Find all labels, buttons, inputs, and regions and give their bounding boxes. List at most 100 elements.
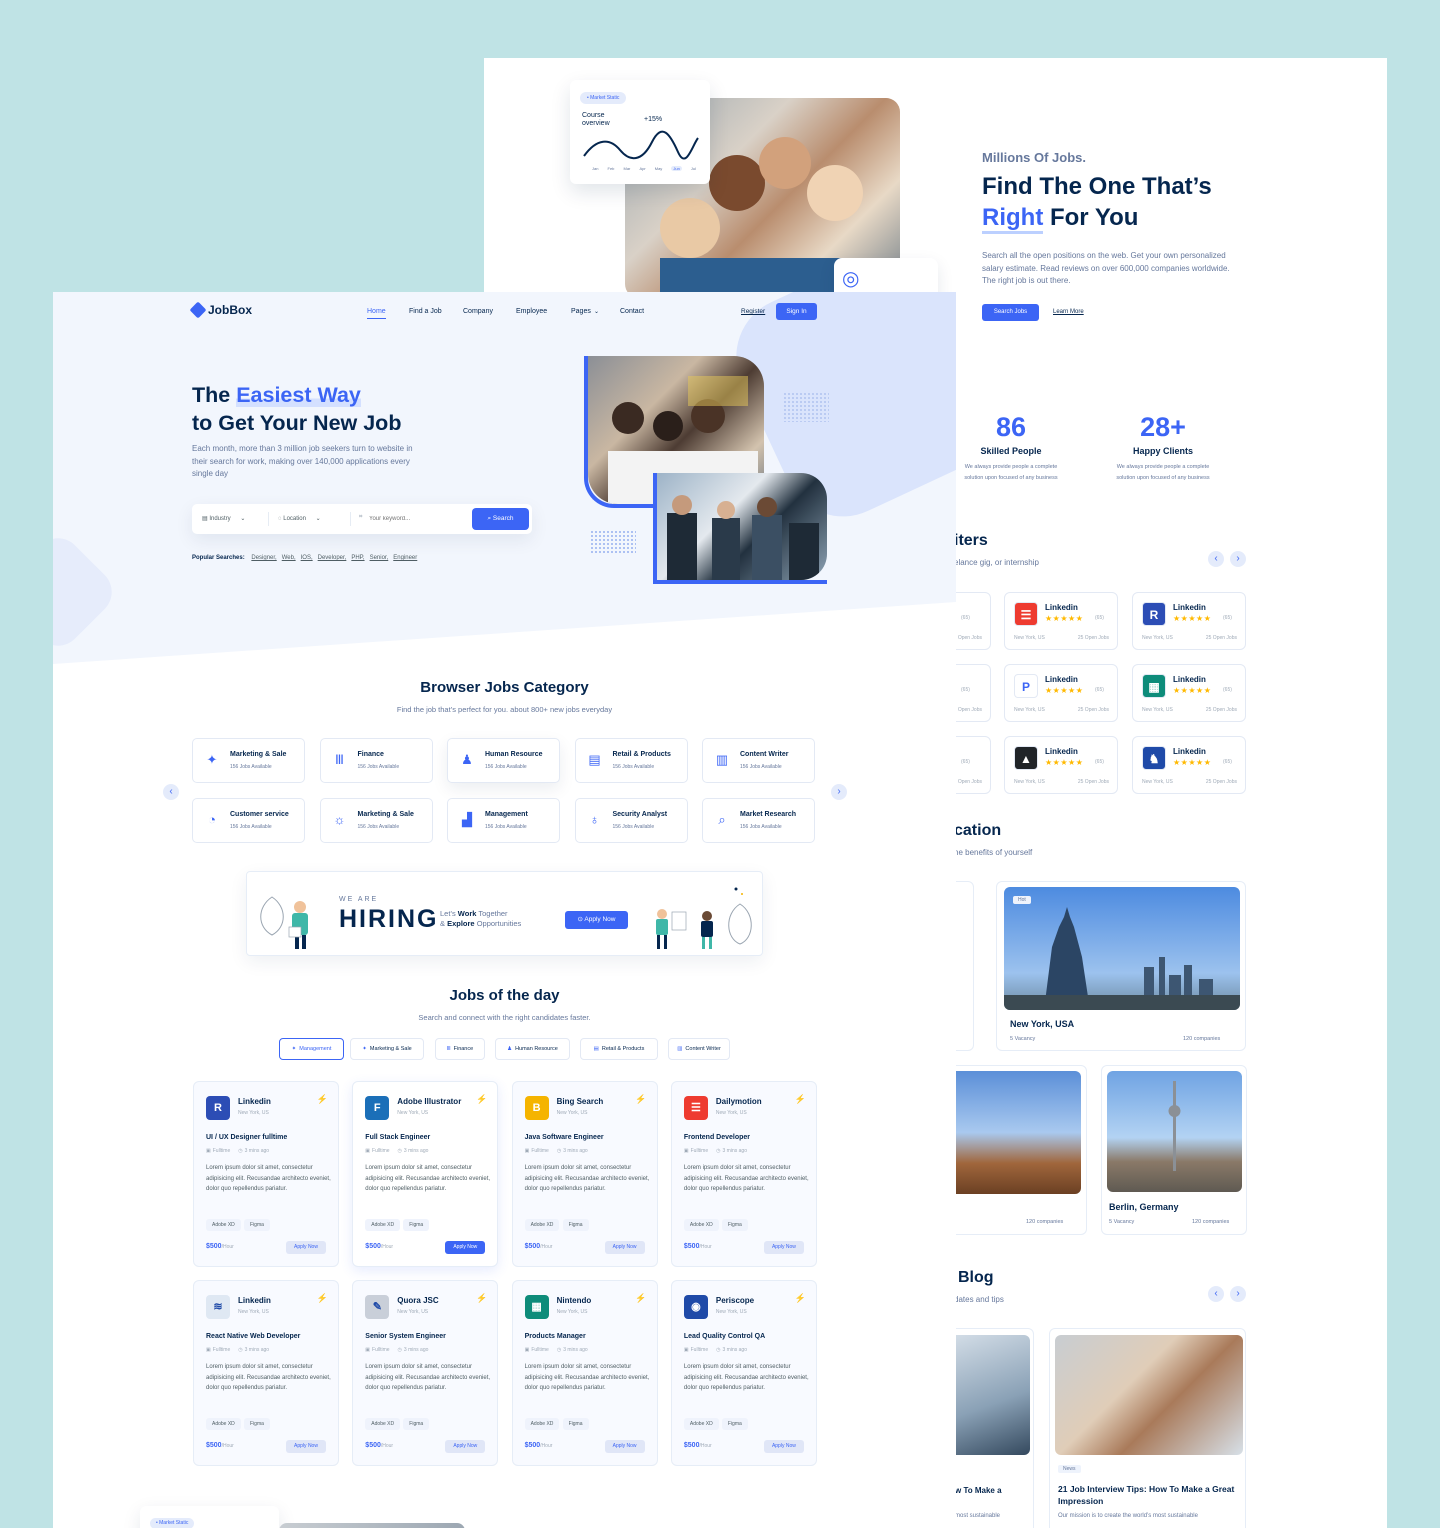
category-card[interactable]: ◔ Customer service 156 Jobs Available [192, 798, 305, 843]
nav-home[interactable]: Home [367, 308, 386, 319]
apply-now-button[interactable]: Apply Now [286, 1241, 326, 1254]
price-unit: /Hour [699, 1443, 712, 1449]
tab-finance[interactable]: Ⅲ Finance [435, 1038, 485, 1060]
job-title[interactable]: React Native Web Developer [206, 1333, 300, 1340]
recruiter-card[interactable]: P Linkedin ★★★★★ (65) New York, US 25 Open Jo… [1004, 664, 1118, 722]
nav-employee[interactable]: Employee [516, 308, 547, 315]
search-jobs-button[interactable]: Search Jobs [982, 304, 1039, 321]
recruiter-card[interactable]: ♞ Linkedin ★★★★★ (65) New York, US 25 Open Jo… [1132, 736, 1246, 794]
category-card[interactable]: ♟ Human Resource 156 Jobs Available [447, 738, 560, 783]
blog-image [1055, 1335, 1243, 1455]
nav-pages[interactable]: Pages [571, 308, 591, 315]
apply-now-button[interactable]: Apply Now [604, 1241, 645, 1254]
location-select[interactable]: ◌ Location ⌄ [278, 515, 321, 522]
foreground-page: JobBox Home Find a Job Company Employee Page… [53, 292, 956, 1528]
company-logo-icon: ▲ [1014, 746, 1038, 770]
tab-label: Management [299, 1046, 332, 1052]
nav-find-a-job[interactable]: Find a Job [409, 308, 442, 315]
apply-now-button[interactable]: Apply Now [286, 1440, 326, 1453]
briefcase-icon: ▣ [683, 1148, 689, 1154]
job-card[interactable]: B Bing Search New York, US ⚡ Java Software E… [511, 1081, 658, 1267]
recruiter-card[interactable]: R Linkedin ★★★★★ (65) New York, US 25 Open Jo… [1132, 592, 1246, 650]
popular-search-link[interactable]: PHP, [351, 555, 364, 561]
apply-now-button[interactable]: Apply Now [445, 1440, 486, 1453]
job-title[interactable]: Senior System Engineer [365, 1333, 446, 1340]
briefcase-icon: ▣ [365, 1347, 371, 1353]
apply-now-button[interactable]: ⊙ Apply Now [565, 911, 628, 929]
apply-now-button[interactable]: Apply Now [604, 1440, 645, 1453]
job-card[interactable]: ▦ Nintendo New York, US ⚡ Products Manager ▣ F… [511, 1280, 658, 1466]
industry-select[interactable]: ▤ Industry ⌄ [202, 515, 245, 522]
job-title[interactable]: Full Stack Engineer [365, 1134, 430, 1141]
recruiter-card[interactable]: ☰ Linkedin ★★★★★ (65) New York, US 25 Open Jo… [1004, 592, 1118, 650]
job-card[interactable]: ✎ Quora JSC New York, US ⚡ Senior System Eng… [352, 1280, 499, 1466]
tab-content-writer[interactable]: ▥ Content Writer [668, 1038, 730, 1060]
category-card[interactable]: ▤ Retail & Products 156 Jobs Available [574, 738, 688, 783]
nav-company[interactable]: Company [463, 308, 493, 315]
category-card[interactable]: ▥ Content Writer 156 Jobs Available [702, 738, 815, 783]
category-name: Market Research [740, 811, 797, 818]
company-location: New York, US [556, 1309, 588, 1315]
popular-search-link[interactable]: Developer, [318, 555, 347, 561]
job-title[interactable]: Products Manager [525, 1333, 586, 1340]
job-card[interactable]: ◉ Periscope New York, US ⚡ Lead Quality Cont… [670, 1280, 817, 1466]
category-prev-button[interactable]: ‹ [163, 784, 179, 800]
recruiters-next-button[interactable]: › [1230, 551, 1246, 567]
apply-now-button[interactable]: Apply Now [445, 1241, 486, 1254]
bolt-icon: ⚡ [476, 1293, 488, 1303]
tab-retail-products[interactable]: ▤ Retail & Products [580, 1038, 658, 1060]
blog-next-button[interactable]: › [1230, 1286, 1246, 1302]
recruiter-name: Linkedin [1045, 603, 1078, 612]
category-card[interactable]: ✦ Marketing & Sale 156 Jobs Available [192, 738, 305, 783]
job-title[interactable]: Java Software Engineer [525, 1134, 604, 1141]
recruiters-subtitle: elance gig, or internship [954, 558, 1039, 567]
popular-search-link[interactable]: Web, [282, 555, 296, 561]
job-meta: ▣ Fulltime ◷ 3 mins ago [684, 1347, 747, 1353]
job-title[interactable]: Frontend Developer [684, 1134, 750, 1141]
location-card-berlin[interactable]: Berlin, Germany 5 Vacancy 120 companies [1101, 1065, 1247, 1235]
bolt-icon: ⚡ [476, 1094, 488, 1104]
job-card[interactable]: ☰ Dailymotion New York, US ⚡ Frontend Develo… [670, 1081, 817, 1267]
popular-search-link[interactable]: Senior, [370, 555, 389, 561]
category-card[interactable]: Ⅲ Finance 156 Jobs Available [319, 738, 433, 783]
recruiter-card[interactable]: ▦ Linkedin ★★★★★ (65) New York, US 25 Open Jo… [1132, 664, 1246, 722]
recruiters-prev-button[interactable]: ‹ [1208, 551, 1224, 567]
job-title[interactable]: Lead Quality Control QA [684, 1333, 765, 1340]
blog-post-title[interactable]: 21 Job Interview Tips: How To Make a Gre… [1058, 1483, 1238, 1507]
tab-human-resource[interactable]: ♟ Human Resource [495, 1038, 570, 1060]
popular-search-link[interactable]: Engineer [393, 555, 417, 561]
nav-contact[interactable]: Contact [620, 308, 644, 315]
tab-management[interactable]: ✦ Management [279, 1038, 344, 1060]
popular-search-link[interactable]: IOS, [301, 555, 313, 561]
blog-card[interactable]: News 21 Job Interview Tips: How To Make … [1049, 1328, 1246, 1528]
category-card[interactable]: ▟ Management 156 Jobs Available [447, 798, 560, 843]
location-card-new-york[interactable]: Hot New York, USA 5 Vacancy 120 companie… [996, 881, 1246, 1051]
learn-more-link[interactable]: Learn More [1053, 309, 1084, 315]
category-card[interactable]: ⌕ Market Research 156 Jobs Available [702, 798, 815, 843]
bolt-icon: ⚡ [794, 1094, 806, 1104]
job-card[interactable]: R Linkedin New York, US ⚡ UI / UX Designer f… [193, 1081, 339, 1267]
register-link[interactable]: Register [741, 308, 765, 315]
month-label: Jul [690, 166, 696, 171]
job-card[interactable]: ≋ Linkedin New York, US ⚡ React Native Web D… [193, 1280, 339, 1466]
apply-now-button[interactable]: Apply Now [763, 1440, 804, 1453]
blog-prev-button[interactable]: ‹ [1208, 1286, 1224, 1302]
popular-search-link[interactable]: Designer, [251, 555, 276, 561]
category-card[interactable]: ♁ Security Analyst 156 Jobs Available [574, 798, 688, 843]
logo[interactable]: JobBox [189, 301, 252, 319]
apply-now-button[interactable]: Apply Now [763, 1241, 804, 1254]
keyword-input[interactable] [369, 512, 464, 526]
category-next-button[interactable]: › [831, 784, 847, 800]
category-card[interactable]: ☼ Marketing & Sale 156 Jobs Available [319, 798, 433, 843]
job-card[interactable]: F Adobe Illustrator New York, US ⚡ Full Stac… [352, 1081, 499, 1267]
recruiter-card[interactable]: ▲ Linkedin ★★★★★ (65) New York, US 25 Open Jo… [1004, 736, 1118, 794]
job-title[interactable]: UI / UX Designer fulltime [206, 1134, 287, 1141]
tab-marketing-sale[interactable]: ✦ Marketing & Sale [350, 1038, 424, 1060]
sign-in-button[interactable]: Sign In [776, 303, 817, 320]
skill-tag: Adobe XD [524, 1219, 560, 1231]
tab-label: Human Resource [515, 1046, 558, 1052]
skill-tag: Adobe XD [524, 1418, 560, 1430]
search-button[interactable]: ⌕ Search [472, 508, 529, 530]
skill-tag: Figma [721, 1418, 748, 1430]
tab-label: Finance [453, 1046, 474, 1052]
